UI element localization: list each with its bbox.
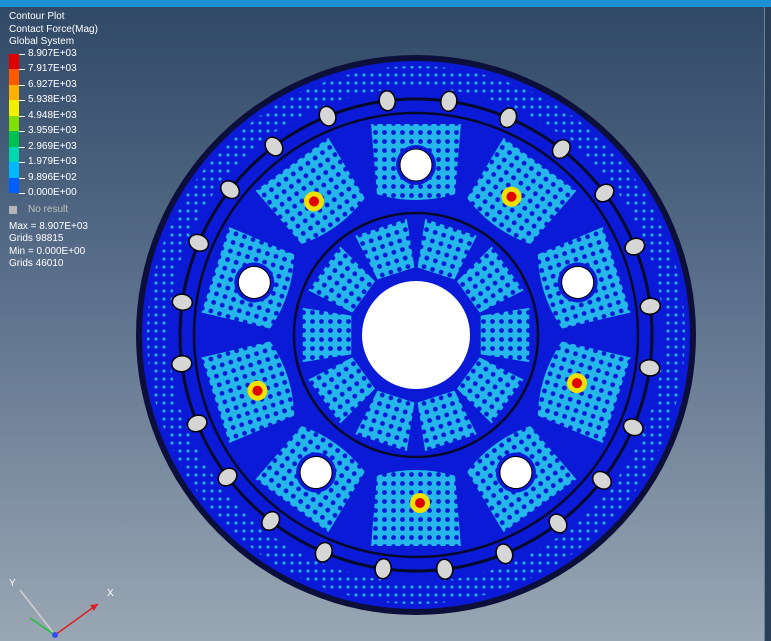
legend-value: 7.917E+03	[28, 63, 77, 74]
legend-tick	[19, 69, 25, 70]
legend-swatch	[9, 131, 19, 147]
legend-value: 4.948E+03	[28, 109, 77, 121]
legend-tick	[19, 193, 25, 194]
x-axis-label: X	[107, 588, 114, 599]
x-axis-line	[54, 603, 99, 636]
legend-tick	[19, 162, 25, 163]
legend-value: 5.938E+03	[28, 94, 77, 105]
legend-tick	[19, 146, 25, 148]
legend-swatch	[9, 177, 19, 193]
center-bore	[362, 281, 470, 389]
contact-pad	[368, 122, 464, 202]
legend-color-scale: 8.907E+03 7.917E+03 6.927E+03 5.938E+03 4.94…	[9, 48, 139, 202]
hub-contact-pad	[301, 306, 353, 364]
legend-min-grid: Grids 46010	[9, 258, 64, 269]
legend-tick	[19, 131, 25, 132]
graphics-viewport[interactable]: Contour Plot Contact Force(Mag) Global S…	[0, 0, 771, 641]
legend-value: 1.979E+03	[28, 156, 77, 167]
x-axis-arrow-icon	[90, 604, 98, 611]
legend-result-type: Contact Force(Mag)	[9, 23, 98, 35]
legend-value: 3.959E+03	[28, 125, 77, 136]
hub-contact-pad	[479, 306, 531, 364]
legend-max-value: Max = 8.907E+03	[9, 220, 88, 232]
hub-pad-surface	[479, 306, 531, 364]
legend-value: 8.907E+03	[28, 47, 77, 59]
contact-pad	[368, 468, 464, 548]
y-axis-line	[19, 589, 56, 636]
legend-title: Contour Plot	[9, 11, 65, 22]
z-axis-line	[29, 617, 56, 636]
hub-pad-surface	[301, 306, 353, 364]
legend-tick	[19, 84, 25, 86]
legend-swatch	[9, 84, 19, 100]
legend-max-grid: Grids 98815	[9, 233, 64, 244]
no-result-swatch	[9, 205, 17, 214]
legend-swatch	[9, 100, 19, 116]
legend-value: 9.896E+02	[28, 171, 77, 183]
legend-swatch	[9, 146, 19, 162]
hotspot-peak	[415, 498, 425, 508]
legend-value: 0.000E+00	[28, 187, 77, 198]
y-axis-label: Y	[9, 578, 16, 589]
triad-origin	[52, 632, 58, 638]
legend-tick	[19, 177, 25, 179]
legend-value: 2.969E+03	[28, 140, 77, 152]
no-result-label: No result	[28, 203, 69, 215]
contour-legend: Contour Plot Contact Force(Mag) Global S…	[9, 11, 139, 271]
legend-tick	[19, 100, 25, 101]
legend-swatch	[9, 69, 19, 85]
legend-tick	[19, 53, 25, 55]
legend-swatch	[9, 115, 19, 131]
axis-triad: Y X	[9, 578, 114, 638]
legend-swatch	[9, 162, 19, 178]
legend-value: 6.927E+03	[28, 78, 77, 90]
legend-min-value: Min = 0.000E+00	[9, 245, 86, 257]
legend-no-result: No result	[9, 204, 139, 218]
pad-hole	[399, 148, 433, 182]
legend-tick	[19, 115, 25, 117]
legend-swatch	[9, 53, 19, 69]
